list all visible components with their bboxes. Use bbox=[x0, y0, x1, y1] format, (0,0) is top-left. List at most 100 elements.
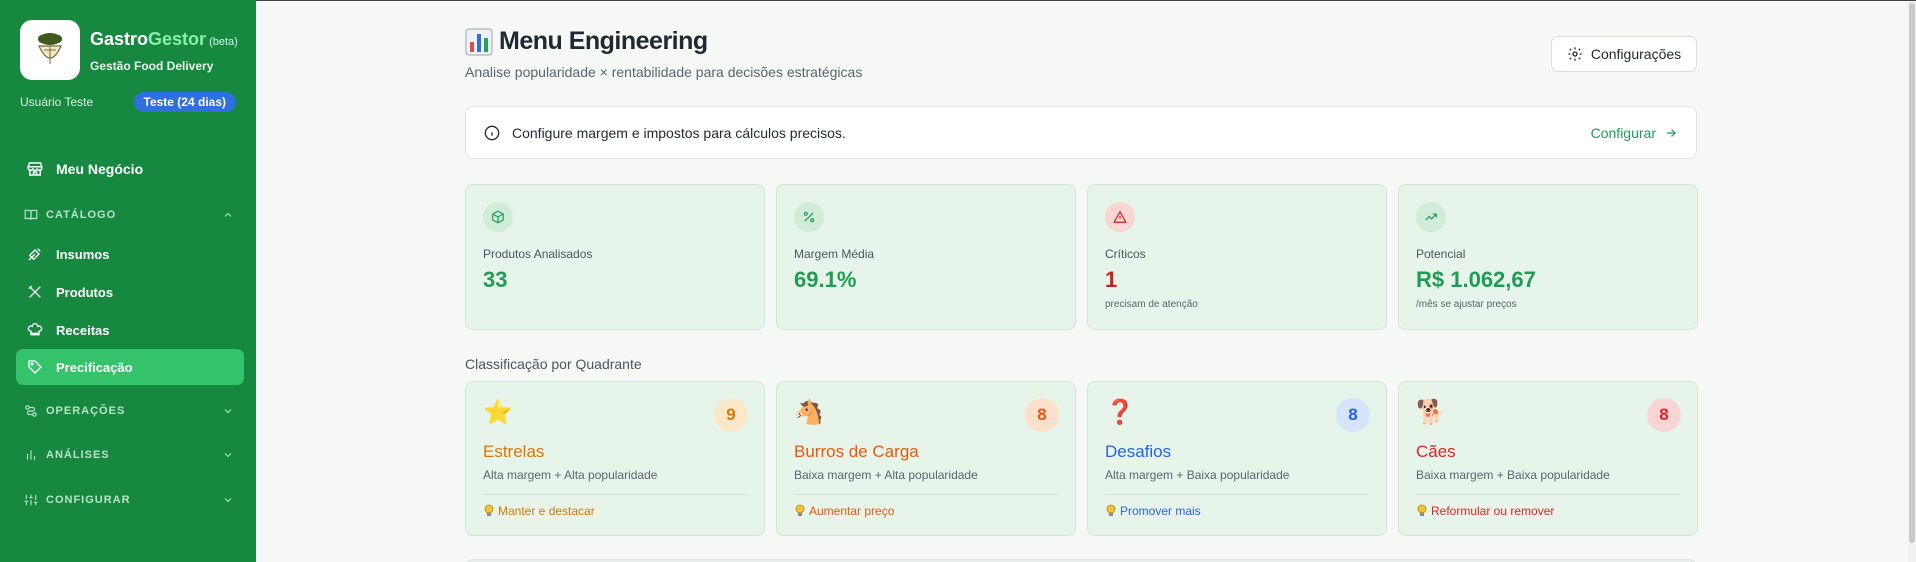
logo-icon bbox=[20, 20, 80, 80]
nav-insumos[interactable]: Insumos bbox=[16, 236, 244, 272]
nav-produtos[interactable]: Produtos bbox=[16, 274, 244, 310]
page-title: Menu Engineering bbox=[465, 27, 708, 56]
nav-label: Precificação bbox=[56, 359, 133, 375]
percent-icon bbox=[794, 202, 824, 232]
configure-link-label: Configurar bbox=[1590, 124, 1656, 141]
quadrant-action: Aumentar preço bbox=[794, 504, 894, 518]
sliders-icon bbox=[24, 493, 38, 507]
quadrant-name: Estrelas bbox=[483, 442, 545, 461]
star-icon: ⭐ bbox=[483, 399, 513, 426]
trending-up-icon bbox=[1416, 202, 1446, 232]
nav-section-analises[interactable]: ANÁLISES bbox=[16, 440, 234, 470]
quadrant-description: Alta margem + Alta popularidade bbox=[483, 468, 658, 482]
quadrant-count: 8 bbox=[1336, 398, 1370, 432]
stat-value: 1 bbox=[1105, 267, 1118, 292]
gear-icon bbox=[1567, 46, 1583, 62]
quadrant-action: Manter e destacar bbox=[483, 504, 595, 518]
dog-icon: 🐕 bbox=[1416, 399, 1446, 426]
quadrant-name: Desafios bbox=[1105, 442, 1172, 461]
nav-receitas[interactable]: Receitas bbox=[16, 312, 244, 348]
nav-section-label: CONFIGURAR bbox=[46, 494, 131, 506]
lightbulb-icon bbox=[1417, 504, 1427, 516]
nav-section-catalogo[interactable]: CATÁLOGO bbox=[16, 200, 234, 230]
stat-card-criticos: Críticos 1 precisam de atenção bbox=[1087, 184, 1387, 330]
quadrant-count: 9 bbox=[714, 398, 748, 432]
configure-link[interactable]: Configurar bbox=[1591, 125, 1678, 141]
nav-label: Receitas bbox=[56, 322, 110, 338]
chevron-down-icon bbox=[222, 405, 234, 417]
alert-text: Configure margem e impostos para cálculo… bbox=[512, 124, 846, 141]
page-subtitle: Analise popularidade × rentabilidade par… bbox=[465, 64, 863, 80]
chevron-down-icon bbox=[222, 449, 234, 461]
quadrant-name: Burros de Carga bbox=[794, 442, 919, 461]
nav-section-operacoes[interactable]: OPERAÇÕES bbox=[16, 396, 234, 426]
quadrant-action-label: Reformular ou remover bbox=[1431, 504, 1555, 518]
arrow-right-icon bbox=[1664, 126, 1678, 140]
nav-section-configurar[interactable]: CONFIGURAR bbox=[16, 485, 234, 515]
chevron-down-icon bbox=[222, 494, 234, 506]
user-row: Usuário Teste Teste (24 dias) bbox=[20, 92, 236, 112]
lightbulb-icon bbox=[484, 504, 494, 516]
quadrant-description: Baixa margem + Baixa popularidade bbox=[1416, 468, 1610, 482]
stat-label: Potencial bbox=[1416, 247, 1466, 261]
lightbulb-icon bbox=[795, 504, 805, 516]
nav-meu-negocio[interactable]: Meu Negócio bbox=[16, 151, 244, 187]
stat-note: precisam de atenção bbox=[1105, 299, 1198, 310]
tag-icon bbox=[26, 358, 44, 376]
nav-label: Produtos bbox=[56, 284, 114, 300]
bar-chart-icon bbox=[24, 448, 38, 462]
quadrant-card-estrelas[interactable]: ⭐ 9 Estrelas Alta margem + Alta populari… bbox=[465, 381, 765, 536]
beta-label: (beta) bbox=[209, 35, 238, 48]
quadrant-action-label: Promover mais bbox=[1120, 504, 1201, 518]
scrollbar-thumb[interactable] bbox=[1909, 3, 1915, 543]
scrollbar[interactable] bbox=[1908, 1, 1916, 562]
divider bbox=[1416, 494, 1680, 495]
stat-card-produtos: Produtos Analisados 33 bbox=[465, 184, 765, 330]
workflow-icon bbox=[24, 404, 38, 418]
stat-label: Margem Média bbox=[794, 247, 875, 261]
stat-note: /mês se ajustar preços bbox=[1416, 299, 1517, 310]
book-icon bbox=[24, 208, 38, 222]
package-icon bbox=[483, 202, 513, 232]
stat-card-margem: Margem Média 69.1% bbox=[776, 184, 1076, 330]
divider bbox=[794, 494, 1058, 495]
nav-precificacao[interactable]: Precificação bbox=[16, 349, 244, 385]
nav-label: Meu Negócio bbox=[56, 161, 144, 177]
quadrant-name: Cães bbox=[1416, 442, 1456, 461]
horse-icon: 🐴 bbox=[794, 399, 824, 426]
stat-value: 69.1% bbox=[794, 267, 857, 292]
carrot-icon bbox=[26, 245, 44, 263]
question-mark-icon: ❓ bbox=[1105, 399, 1135, 426]
nav-section-label: CATÁLOGO bbox=[46, 209, 117, 221]
quadrant-action: Reformular ou remover bbox=[1416, 504, 1554, 518]
divider bbox=[1105, 494, 1369, 495]
quadrant-card-burros-de-carga[interactable]: 🐴 8 Burros de Carga Baixa margem + Alta … bbox=[776, 381, 1076, 536]
nav-section-label: ANÁLISES bbox=[46, 449, 110, 461]
quadrant-count: 8 bbox=[1025, 398, 1059, 432]
config-alert: Configure margem e impostos para cálculo… bbox=[465, 106, 1697, 159]
quadrant-description: Baixa margem + Alta popularidade bbox=[794, 468, 978, 482]
quadrant-card-caes[interactable]: 🐕 8 Cães Baixa margem + Baixa popularida… bbox=[1398, 381, 1698, 536]
divider bbox=[483, 494, 747, 495]
stat-label: Produtos Analisados bbox=[483, 247, 593, 261]
bar-chart-emoji-icon bbox=[465, 28, 493, 56]
warning-icon bbox=[1105, 202, 1135, 232]
settings-button[interactable]: Configurações bbox=[1551, 36, 1697, 72]
stat-value: R$ 1.062,67 bbox=[1416, 267, 1536, 292]
quadrant-action-label: Manter e destacar bbox=[498, 504, 595, 518]
chef-hat-icon bbox=[26, 321, 44, 339]
trial-badge[interactable]: Teste (24 dias) bbox=[133, 92, 236, 112]
quadrant-count: 8 bbox=[1647, 398, 1681, 432]
quadrant-description: Alta margem + Baixa popularidade bbox=[1105, 468, 1290, 482]
brand-subtitle: Gestão Food Delivery bbox=[90, 58, 214, 73]
settings-button-label: Configurações bbox=[1590, 46, 1682, 62]
chevron-up-icon bbox=[222, 209, 234, 221]
quadrant-card-desafios[interactable]: ❓ 8 Desafios Alta margem + Baixa popular… bbox=[1087, 381, 1387, 536]
quadrant-action: Promover mais bbox=[1105, 504, 1201, 518]
stat-label: Críticos bbox=[1105, 247, 1146, 261]
nav-section-label: OPERAÇÕES bbox=[46, 405, 126, 417]
page-title-text: Menu Engineering bbox=[499, 27, 708, 55]
brand[interactable]: GastroGestor (beta) Gestão Food Delivery bbox=[20, 20, 238, 80]
lightbulb-icon bbox=[1106, 504, 1116, 516]
stat-value: 33 bbox=[483, 267, 508, 292]
